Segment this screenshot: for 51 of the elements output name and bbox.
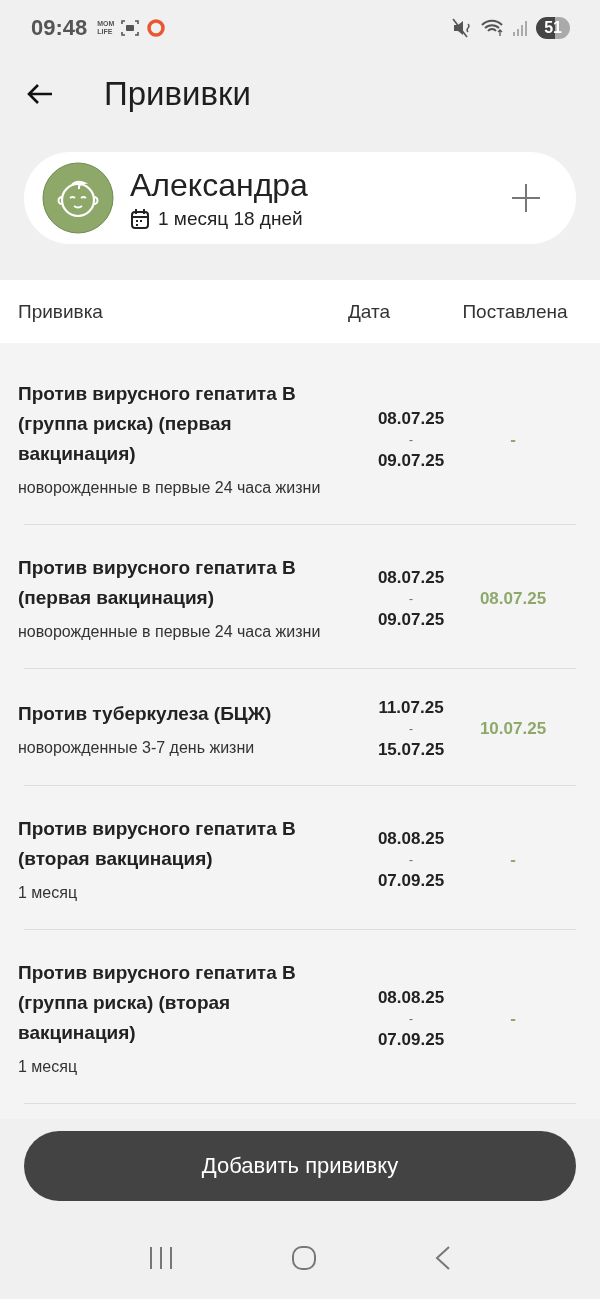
baby-avatar-icon [42, 162, 114, 234]
vaccine-name: Против вирусного гепатита В (первая вакцинация) [18, 556, 297, 610]
vaccine-age-note: новорожденные в первые 24 часа жизни [18, 478, 322, 498]
screen-title: Прививки [104, 75, 251, 113]
signal-icon [512, 18, 529, 38]
plus-icon [510, 182, 542, 214]
date-separator: - [409, 851, 413, 869]
column-header: Прививка [17, 300, 104, 323]
calendar-icon [130, 207, 150, 230]
home-icon[interactable] [291, 1245, 317, 1271]
add-child-button[interactable] [510, 182, 542, 214]
date-separator: - [409, 590, 413, 608]
screenshot-icon [120, 18, 141, 38]
column-header: Поставлена [461, 300, 569, 323]
date-to: 07.09.25 [377, 1028, 445, 1051]
date-separator: - [409, 721, 413, 738]
battery-indicator: 51 [536, 17, 570, 39]
date-to: 07.09.25 [377, 869, 445, 892]
vaccine-name: Против туберкулеза (БЦЖ) [18, 701, 273, 726]
back-icon[interactable] [433, 1245, 452, 1271]
given-date: - [510, 1008, 516, 1028]
child-card[interactable]: Александра 1 месяц 18 дней [24, 152, 576, 244]
vaccine-name: Против вирусного гепатита В (группа риска) (первая вакцинация) [18, 382, 297, 466]
date-to: 09.07.25 [377, 608, 445, 631]
vaccine-age-note: 1 месяц [18, 883, 79, 903]
date-from: 08.07.25 [377, 407, 445, 430]
date-to: 15.07.25 [377, 739, 445, 761]
given-date: - [510, 429, 516, 449]
vaccine-age-note: 1 месяц [18, 1057, 79, 1077]
date-from: 11.07.25 [378, 697, 444, 719]
status-time: 09:48 [31, 15, 88, 41]
date-from: 08.08.25 [377, 986, 445, 1009]
column-header: Дата [347, 300, 392, 323]
recent-apps-icon[interactable] [148, 1246, 175, 1270]
child-age: 1 месяц 18 дней [158, 207, 303, 230]
date-to: 09.07.25 [377, 449, 445, 472]
given-date: 08.07.25 [479, 588, 547, 608]
date-separator: - [409, 1010, 413, 1028]
child-name: Александра [130, 166, 309, 204]
vaccine-age-note: новорожденные в первые 24 часа жизни [18, 622, 322, 642]
vaccine-name: Против вирусного гепатита В (вторая вакцинация) [18, 817, 297, 871]
add-vaccination-button[interactable]: Добавить прививку [24, 1131, 576, 1201]
date-from: 08.08.25 [377, 827, 445, 850]
ring-icon [146, 18, 167, 38]
given-date: 10.07.25 [479, 719, 547, 738]
vaccine-age-note: новорожденные 3-7 день жизни [18, 737, 256, 758]
date-separator: - [409, 431, 413, 449]
back-arrow-icon [26, 82, 54, 106]
vaccine-name: Против вирусного гепатита В (группа риска) (вторая вакцинация) [18, 961, 297, 1045]
given-date: - [510, 849, 516, 869]
date-from: 08.07.25 [377, 566, 445, 589]
